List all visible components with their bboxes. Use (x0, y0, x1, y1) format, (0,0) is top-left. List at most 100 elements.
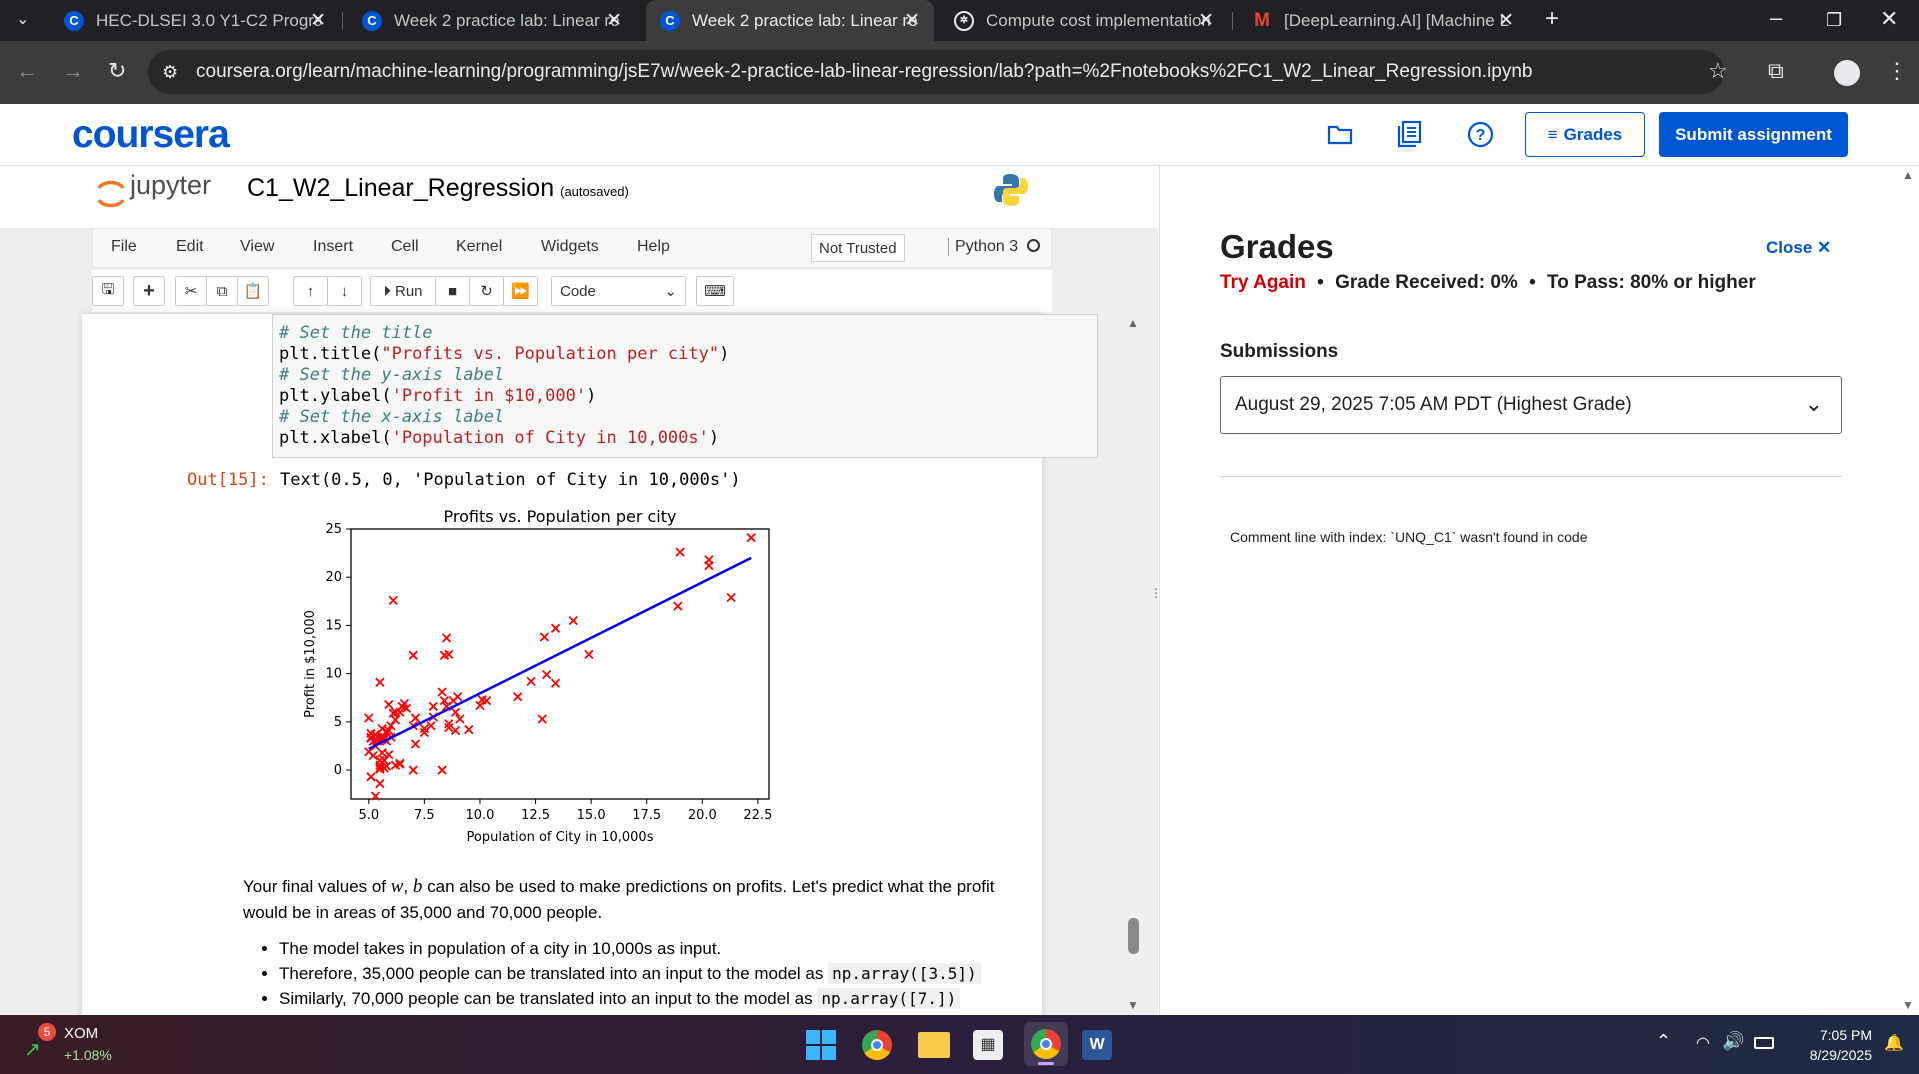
text-run: , (403, 877, 413, 896)
menu-edit[interactable]: Edit (176, 238, 204, 256)
close-icon[interactable]: ✕ (310, 9, 326, 32)
tab-2[interactable]: C Week 2 practice lab: Linear regr ✕ (348, 0, 636, 41)
not-trusted-button[interactable]: Not Trusted (811, 234, 905, 262)
restart-run-all-icon[interactable]: ⏩ (503, 276, 538, 306)
profile-avatar[interactable] (1834, 60, 1860, 86)
back-icon[interactable]: ← (16, 60, 38, 82)
code-token: ) (708, 428, 720, 448)
code-string: 'Population of City in 10,000s' (391, 428, 709, 448)
close-icon[interactable]: ✕ (1198, 9, 1214, 32)
chrome-active-icon[interactable] (1024, 1022, 1068, 1066)
move-up-icon[interactable]: ↑ (293, 276, 328, 306)
word-icon[interactable]: W (1082, 1030, 1112, 1060)
cell-type-select[interactable]: Code ⌄ (551, 276, 686, 306)
forward-icon[interactable]: → (62, 60, 84, 82)
run-button[interactable]: ⏵ Run (370, 276, 436, 306)
store-icon[interactable]: ▦ (973, 1030, 1003, 1060)
tab-3-active[interactable]: C Week 2 practice lab: Linear regr ✕ (646, 0, 934, 41)
menu-file[interactable]: File (111, 238, 137, 256)
page-scroll-down-icon[interactable]: ▼ (1902, 998, 1914, 1012)
close-button[interactable]: Close ✕ (1766, 238, 1831, 258)
output-prompt: Out[15]: (187, 470, 269, 490)
x-tick-label: 22.5 (743, 808, 772, 823)
menu-view[interactable]: View (240, 238, 274, 256)
wifi-icon[interactable]: ◠ (1696, 1033, 1710, 1053)
text-run: Your final values of (243, 877, 391, 896)
code-token: plt.ylabel( (279, 386, 392, 406)
windows-start-icon[interactable] (806, 1030, 836, 1060)
output-text: Text(0.5, 0, 'Population of City in 10,0… (280, 470, 741, 490)
windows-taskbar: ↗ 5 XOM +1.08% ▦ W ⌃ ◠ 🔊 7:05 PM 8/29/20… (0, 1015, 1919, 1074)
notebook-name[interactable]: C1_W2_Linear_Regression (autosaved) (247, 174, 629, 203)
scrollbar-thumb[interactable] (1128, 918, 1139, 954)
tab-1[interactable]: C HEC-DLSEI 3.0 Y1-C2 Program | ✕ (50, 0, 340, 41)
chevron-down-icon: ⌄ (664, 283, 677, 300)
save-icon[interactable]: 🖫 (92, 276, 124, 306)
folder-icon[interactable] (1327, 122, 1353, 146)
paste-icon[interactable]: 📋 (237, 276, 269, 306)
notification-bell-icon[interactable]: 🔔 (1884, 1033, 1904, 1053)
notebook-list-icon[interactable] (1397, 120, 1423, 148)
submission-select[interactable]: August 29, 2025 7:05 AM PDT (Highest Gra… (1220, 376, 1842, 434)
site-info-icon[interactable]: ⚙ (162, 61, 178, 83)
grades-button[interactable]: ≡ Grades (1525, 112, 1645, 157)
run-label: Run (394, 282, 423, 300)
restart-icon[interactable]: ↻ (469, 276, 504, 306)
close-icon[interactable]: ✕ (1498, 9, 1514, 32)
battery-icon[interactable] (1754, 1037, 1774, 1049)
menu-kernel[interactable]: Kernel (456, 238, 502, 256)
stock-ticker: XOM (64, 1025, 99, 1042)
close-icon[interactable]: ✕ (606, 9, 622, 32)
scroll-up-arrow-icon[interactable]: ▲ (1127, 316, 1139, 330)
tab-5[interactable]: M [DeepLearning.AI] [Machine Lea ✕ (1238, 0, 1528, 41)
clock-time: 7:05 PM (1819, 1027, 1872, 1043)
close-label: Close (1766, 238, 1813, 257)
menu-help[interactable]: Help (637, 238, 670, 256)
reload-icon[interactable]: ↻ (108, 60, 126, 82)
volume-icon[interactable]: 🔊 (1722, 1031, 1744, 1052)
menu-insert[interactable]: Insert (313, 238, 353, 256)
address-bar-row: ← → ↻ ⚙ coursera.org/learn/machine-learn… (0, 41, 1919, 104)
tab-search-icon[interactable]: ⌄ (16, 9, 29, 31)
coursera-icon: C (64, 10, 84, 31)
cut-icon[interactable]: ✂ (175, 276, 207, 306)
code-cell-input[interactable]: # Set the title plt.title("Profits vs. Po… (272, 314, 1098, 458)
insert-cell-icon[interactable]: + (133, 276, 165, 306)
tray-chevron-up-icon[interactable]: ⌃ (1656, 1031, 1671, 1052)
menu-cell[interactable]: Cell (391, 238, 419, 256)
code-line: plt.ylabel('Profit in $10,000') (279, 386, 1091, 407)
menu-widgets[interactable]: Widgets (541, 238, 599, 256)
code-token: plt.title( (279, 344, 382, 364)
omnibox[interactable]: ⚙ coursera.org/learn/machine-learning/pr… (148, 50, 1728, 94)
panel-resize-handle[interactable]: ⋮ (1150, 586, 1162, 600)
close-icon[interactable]: ✕ (904, 9, 920, 32)
window-close-icon[interactable]: ✕ (1880, 8, 1898, 30)
clock[interactable]: 7:05 PM 8/29/2025 (1780, 1025, 1872, 1065)
notebook-scrollbar[interactable]: ▲ ▼ (1124, 312, 1144, 1015)
tab-4[interactable]: ✲ Compute cost implementation ✕ (940, 0, 1228, 41)
interrupt-icon[interactable]: ■ (435, 276, 470, 306)
extensions-icon[interactable]: ⧉ (1768, 60, 1784, 82)
move-down-icon[interactable]: ↓ (327, 276, 362, 306)
submissions-label: Submissions (1220, 341, 1339, 362)
new-tab-icon[interactable]: + (1545, 7, 1559, 31)
notebook-area: # Set the title plt.title("Profits vs. Po… (82, 314, 1098, 1015)
code-line: # Set the y-axis label (279, 365, 505, 385)
code-line: # Set the x-axis label (279, 407, 505, 427)
restore-icon[interactable]: ❐ (1826, 9, 1842, 31)
chrome-icon[interactable] (862, 1030, 892, 1060)
coursera-logo[interactable]: coursera (72, 113, 230, 157)
page-scroll-up-icon[interactable]: ▲ (1902, 168, 1914, 182)
submit-assignment-button[interactable]: Submit assignment (1659, 112, 1848, 157)
menu-kebab-icon[interactable]: ⋮ (1886, 60, 1908, 82)
minimize-icon[interactable]: – (1770, 7, 1782, 29)
chevron-down-icon: ⌄ (1804, 391, 1823, 416)
bookmark-star-icon[interactable]: ☆ (1708, 60, 1728, 82)
keyboard-icon[interactable]: ⌨ (696, 276, 734, 306)
stock-widget[interactable]: ↗ 5 XOM +1.08% (24, 1023, 134, 1067)
file-explorer-icon[interactable] (918, 1032, 950, 1058)
list-item: Similarly, 70,000 people can be translat… (279, 986, 1023, 1011)
help-icon[interactable]: ? (1467, 121, 1494, 148)
scroll-down-arrow-icon[interactable]: ▼ (1127, 998, 1139, 1012)
copy-icon[interactable]: ⧉ (206, 276, 238, 306)
